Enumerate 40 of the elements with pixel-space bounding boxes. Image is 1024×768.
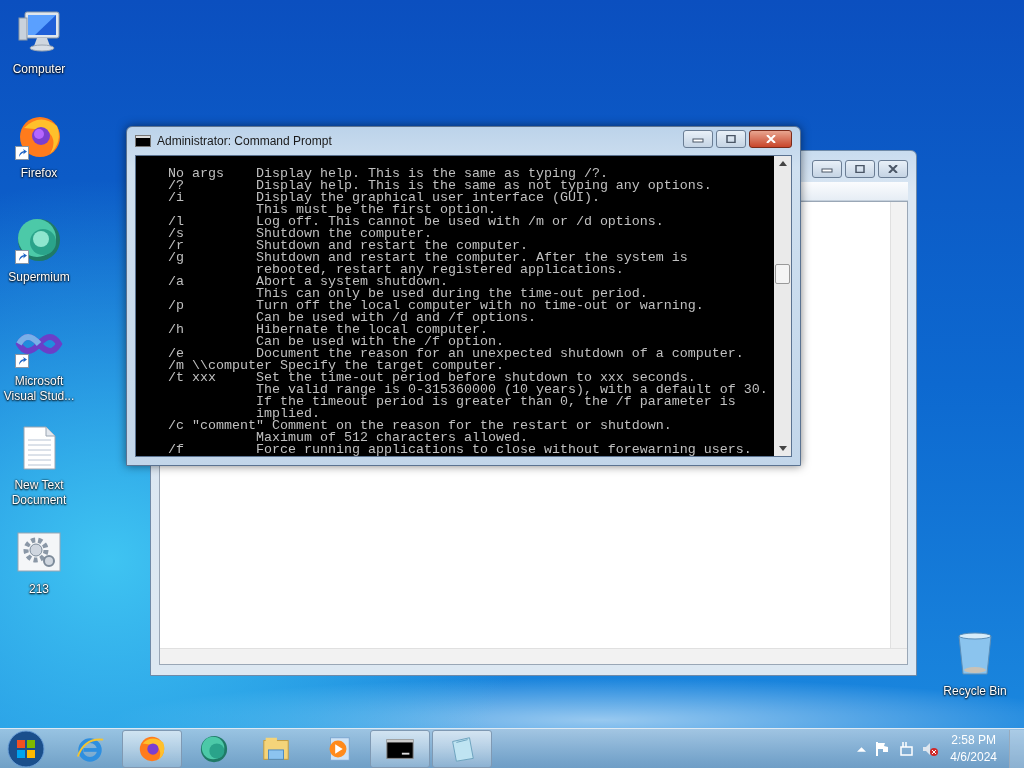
option-name: No args [168,168,225,180]
option-name: /i [168,192,185,204]
option-name: /s [168,228,185,240]
console-text: Specify the target computer. [279,360,504,372]
console-text: Abort a system shutdown. [255,276,448,288]
console-text: Shutdown the computer. [255,228,432,240]
console-text: Shutdown and restart the computer. [255,240,528,252]
console-text: Force running applications to close without forewarning users. [255,444,752,456]
option-name: /a [168,276,185,288]
console-text: Display help. This is the same as typing /?. [255,168,608,180]
console-text: Shutdown and restart the computer. After the system is [255,252,688,264]
option-name: /p [168,300,185,312]
console-text: Log off. This cannot be used with /m or /d options. [255,216,664,228]
option-name: /r [168,240,185,252]
console-text: This can only be used during the time-out period. [255,288,648,300]
option-name: /g [168,252,185,264]
option-name: /f [168,444,185,456]
console-text: Document the reason for an unexpected shutdown of a computer. [255,348,744,360]
console-text: If the timeout period is greater than 0, the /f parameter is [255,396,736,408]
option-name: /m \\computer [168,360,272,372]
console-text: Set the time-out period before shutdown to xxx seconds. [255,372,696,384]
option-name: /t xxx [168,372,216,384]
console-text: Maximum of 512 characters allowed. [255,432,528,444]
console-text: Can be used with /d and /f options. [255,312,536,324]
console-text: Display help. This is the same as not typing any options. [255,180,712,192]
console-text: Can be used with the /f option. [255,336,504,348]
option-name: /c "comment" [168,420,264,432]
console-text: This must be the first option. [255,204,496,216]
option-name: /l [168,216,185,228]
option-name: /? [168,180,185,192]
option-name: /e [168,348,185,360]
window-title: Administrator: Command Prompt [157,134,333,148]
console-text: Hibernate the local computer. [255,324,488,336]
console-text: Comment on the reason for the restart or shutdown. [271,420,672,432]
console-text: The valid range is 0-315360000 (10 years), with a default of 30. [255,384,768,396]
console-text: rebooted, restart any registered applications. [255,264,624,276]
console-text: Turn off the local computer with no time-out or warning. [255,300,704,312]
option-name: /h [168,324,185,336]
console-text: implied. [255,408,320,420]
console-text: Display the graphical user interface (GUI). [255,192,600,204]
